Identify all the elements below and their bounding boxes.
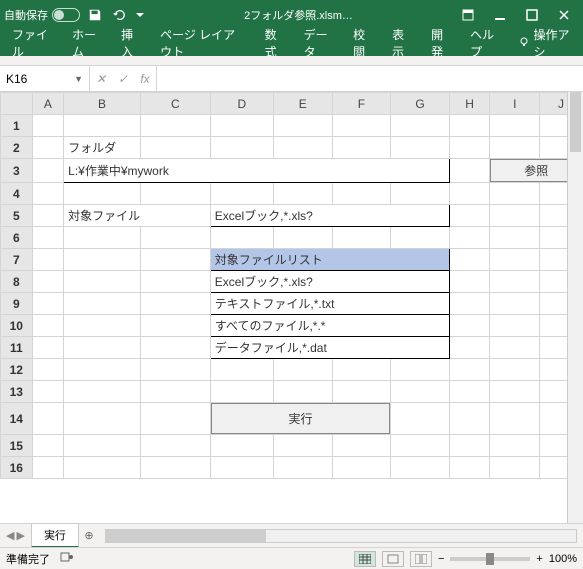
zoom-slider[interactable]	[450, 557, 530, 561]
worksheet-grid[interactable]: A B C D E F G H I J 1 2 フォルダ 3 L:¥作業中¥myw…	[0, 92, 583, 523]
zoom-out-icon[interactable]: −	[438, 553, 444, 565]
undo-icon[interactable]	[112, 8, 126, 22]
name-box-dropdown-icon[interactable]: ▼	[74, 74, 83, 84]
row-header[interactable]: 7	[1, 249, 33, 271]
quick-access-toolbar	[88, 8, 144, 22]
scrollbar-thumb[interactable]	[106, 530, 266, 542]
close-icon[interactable]	[549, 1, 579, 29]
col-header[interactable]: F	[332, 93, 391, 115]
formula-input[interactable]	[157, 66, 583, 91]
cell-label-target-file[interactable]: 対象ファイル	[64, 205, 211, 227]
col-header[interactable]: C	[140, 93, 210, 115]
list-item-cell[interactable]: Excelブック,*.xls?	[210, 271, 449, 293]
save-icon[interactable]	[88, 8, 102, 22]
list-item-cell[interactable]: テキストファイル,*.txt	[210, 293, 449, 315]
sheet-tabs-bar: ◀ ▶ 実行 ⊕	[0, 523, 583, 547]
sheet-nav-next-icon[interactable]: ▶	[16, 529, 24, 542]
tell-me-search[interactable]: 操作アシ	[512, 26, 580, 60]
sheet-tab-active[interactable]: 実行	[31, 523, 79, 548]
col-header[interactable]: I	[490, 93, 540, 115]
name-box[interactable]: K16 ▼	[0, 66, 90, 91]
row-header[interactable]: 11	[1, 337, 33, 359]
status-bar: 準備完了 − + 100%	[0, 547, 583, 569]
add-sheet-icon[interactable]: ⊕	[79, 529, 99, 542]
zoom-level[interactable]: 100%	[549, 553, 577, 565]
list-item-cell[interactable]: データファイル,*.dat	[210, 337, 449, 359]
redo-dropdown-icon[interactable]	[136, 11, 144, 19]
status-ready: 準備完了	[6, 551, 50, 567]
view-normal-icon[interactable]	[354, 551, 376, 567]
name-box-value: K16	[6, 72, 27, 86]
sheet-nav: ◀ ▶	[0, 529, 31, 542]
row-header[interactable]: 14	[1, 403, 33, 435]
col-header[interactable]: A	[32, 93, 64, 115]
zoom-in-icon[interactable]: +	[536, 553, 542, 565]
ribbon-tabs: ファイル ホーム 挿入 ページ レイアウト 数式 データ 校閲 表示 開発 ヘル…	[0, 30, 583, 56]
view-pagebreak-icon[interactable]	[410, 551, 432, 567]
maximize-icon[interactable]	[517, 1, 547, 29]
row-header[interactable]: 15	[1, 435, 33, 457]
target-file-cell[interactable]: Excelブック,*.xls?	[210, 205, 449, 227]
col-header[interactable]: H	[449, 93, 490, 115]
autosave-toggle[interactable]	[52, 8, 80, 22]
formula-bar: K16 ▼ ✕ ✓ fx	[0, 66, 583, 92]
row-header[interactable]: 5	[1, 205, 33, 227]
macro-record-icon[interactable]	[60, 550, 74, 567]
enter-formula-icon[interactable]: ✓	[112, 72, 134, 86]
sheet-nav-prev-icon[interactable]: ◀	[6, 529, 14, 542]
fx-icon[interactable]: fx	[134, 72, 156, 86]
autosave-label: 自動保存	[4, 7, 48, 23]
row-header[interactable]: 8	[1, 271, 33, 293]
lightbulb-icon	[518, 36, 530, 51]
row-header[interactable]: 10	[1, 315, 33, 337]
row-header[interactable]: 13	[1, 381, 33, 403]
row-header[interactable]: 6	[1, 227, 33, 249]
list-header-cell[interactable]: 対象ファイルリスト	[210, 249, 449, 271]
scrollbar-thumb[interactable]	[570, 92, 581, 152]
row-header[interactable]: 3	[1, 159, 33, 183]
col-header[interactable]: E	[273, 93, 332, 115]
col-header[interactable]: G	[391, 93, 450, 115]
select-all-corner[interactable]	[1, 93, 33, 115]
column-headers[interactable]: A B C D E F G H I J	[1, 93, 583, 115]
horizontal-scrollbar[interactable]	[105, 529, 577, 543]
view-pagelayout-icon[interactable]	[382, 551, 404, 567]
row-header[interactable]: 4	[1, 183, 33, 205]
window-title: 2フォルダ参照.xlsm…	[144, 7, 453, 23]
list-item-cell[interactable]: すべてのファイル,*.*	[210, 315, 449, 337]
cell-label-folder[interactable]: フォルダ	[64, 137, 141, 159]
col-header[interactable]: D	[210, 93, 273, 115]
folder-path-cell[interactable]: L:¥作業中¥mywork	[64, 159, 450, 183]
vertical-scrollbar[interactable]	[567, 92, 583, 523]
col-header[interactable]: B	[64, 93, 141, 115]
row-header[interactable]: 12	[1, 359, 33, 381]
tell-me-label: 操作アシ	[534, 26, 574, 60]
row-header[interactable]: 9	[1, 293, 33, 315]
row-header[interactable]: 2	[1, 137, 33, 159]
execute-button[interactable]: 実行	[211, 403, 390, 434]
autosave-toggle-group[interactable]: 自動保存	[4, 7, 80, 23]
row-header[interactable]: 16	[1, 457, 33, 479]
ribbon-collapsed-area	[0, 56, 583, 66]
cancel-formula-icon[interactable]: ✕	[90, 72, 112, 86]
row-header[interactable]: 1	[1, 115, 33, 137]
